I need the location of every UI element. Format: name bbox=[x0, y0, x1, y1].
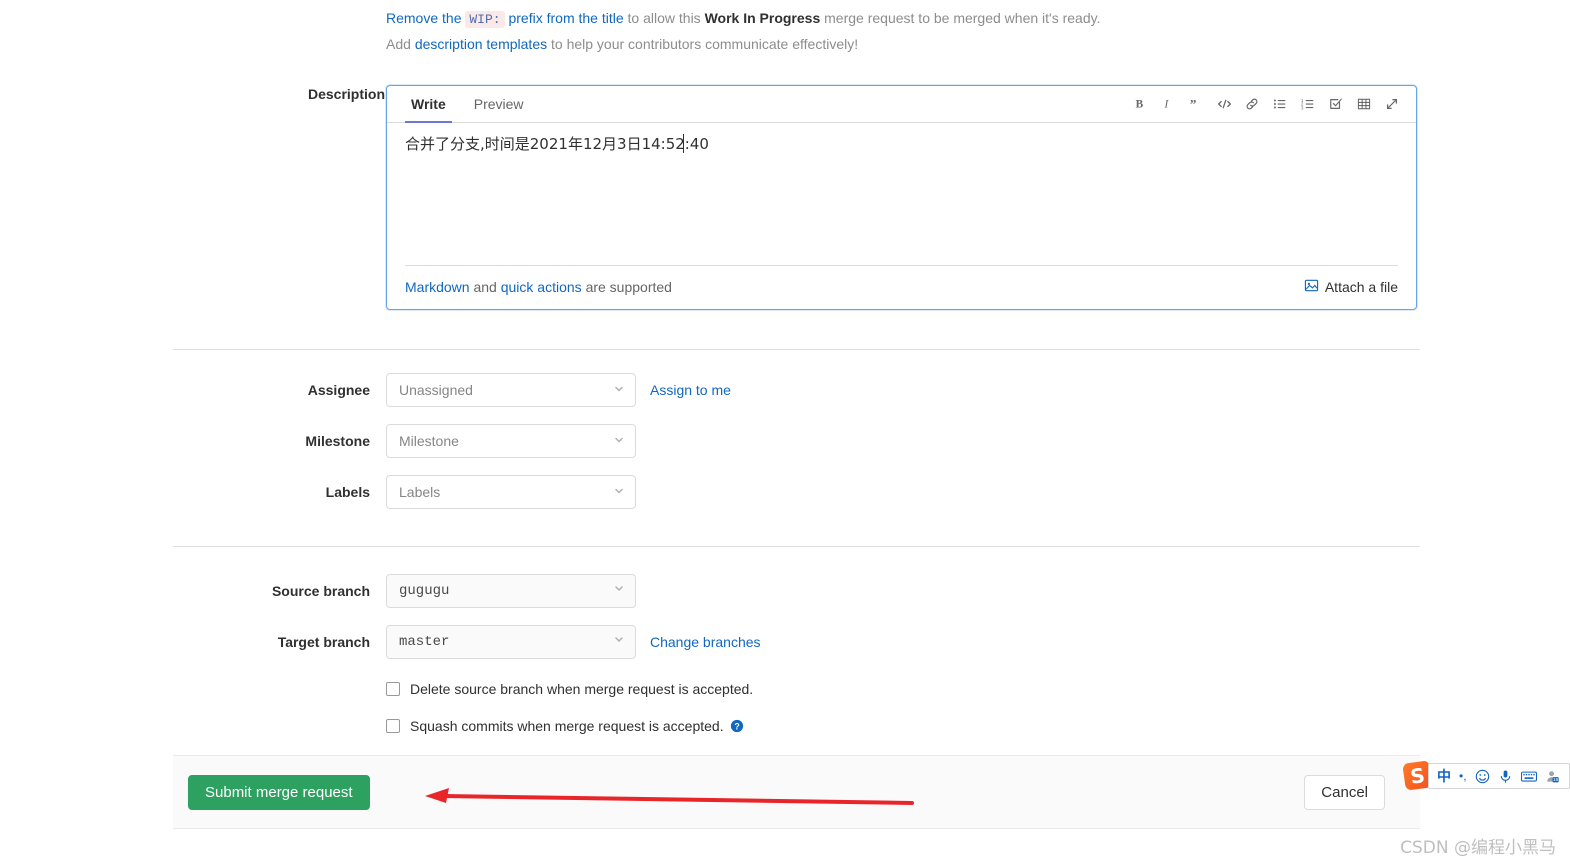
target-branch-value: master bbox=[399, 634, 450, 650]
ime-punctuation-icon[interactable]: •, bbox=[1459, 769, 1467, 783]
divider-top bbox=[173, 349, 1420, 350]
source-branch-select: gugugu bbox=[386, 574, 636, 608]
templates-notice-tail: to help your contributors communicate ef… bbox=[551, 36, 859, 52]
delete-source-branch-checkbox[interactable] bbox=[386, 682, 400, 696]
attach-file-button[interactable]: Attach a file bbox=[1304, 278, 1398, 296]
fullscreen-icon[interactable] bbox=[1378, 92, 1406, 116]
wip-notice: Remove the WIP: prefix from the title to… bbox=[386, 6, 1426, 32]
target-branch-select: master bbox=[386, 625, 636, 659]
target-branch-row: Target branch master Change branches bbox=[186, 625, 761, 659]
milestone-select[interactable]: Milestone bbox=[386, 424, 636, 458]
link-icon[interactable] bbox=[1238, 92, 1266, 116]
form-action-bar: Submit merge request Cancel bbox=[173, 755, 1420, 829]
bulleted-list-icon[interactable] bbox=[1266, 92, 1294, 116]
squash-commits-checkbox[interactable] bbox=[386, 719, 400, 733]
delete-source-branch-row: Delete source branch when merge request … bbox=[386, 681, 753, 697]
svg-text:”: ” bbox=[1190, 97, 1197, 111]
quote-icon[interactable]: ” bbox=[1182, 92, 1210, 116]
help-circle-icon[interactable]: ? bbox=[730, 719, 744, 733]
labels-value: Labels bbox=[399, 484, 441, 500]
svg-text:?: ? bbox=[734, 722, 739, 732]
labels-label: Labels bbox=[325, 484, 370, 500]
assignee-value: Unassigned bbox=[399, 382, 473, 398]
source-branch-row: Source branch gugugu bbox=[186, 574, 636, 608]
svg-text:I: I bbox=[1164, 99, 1170, 111]
sogou-ime-toolbar: 中 •, 16 bbox=[1428, 763, 1570, 789]
description-textarea-value[interactable]: 合并了分支,时间是2021年12月3日14:52:40 bbox=[405, 133, 709, 154]
ime-soft-keyboard-icon[interactable] bbox=[1520, 770, 1537, 783]
description-label: Description bbox=[307, 86, 385, 102]
chevron-down-icon bbox=[613, 583, 625, 600]
svg-text:3: 3 bbox=[1301, 105, 1304, 110]
ime-user-account-icon[interactable]: 16 bbox=[1545, 769, 1560, 784]
assignee-row: Assignee Unassigned Assign to me bbox=[186, 373, 731, 407]
target-branch-label: Target branch bbox=[277, 634, 370, 650]
remove-wip-link[interactable]: Remove the bbox=[386, 10, 461, 26]
ime-emoji-icon[interactable] bbox=[1475, 769, 1490, 784]
delete-source-branch-label[interactable]: Delete source branch when merge request … bbox=[410, 681, 753, 697]
footer-and-text: and bbox=[473, 279, 497, 295]
milestone-label: Milestone bbox=[305, 433, 370, 449]
editor-footer: Markdown and quick actions are supported… bbox=[387, 265, 1416, 309]
prefix-from-title-link[interactable]: prefix from the title bbox=[508, 10, 623, 26]
quick-actions-link[interactable]: quick actions bbox=[501, 279, 582, 295]
ime-chinese-mode-icon[interactable]: 中 bbox=[1437, 766, 1451, 786]
tab-preview[interactable]: Preview bbox=[468, 96, 530, 123]
code-icon[interactable] bbox=[1210, 92, 1238, 116]
footer-supported-text: are supported bbox=[585, 279, 672, 295]
work-in-progress-text: Work In Progress bbox=[704, 10, 821, 26]
table-icon[interactable] bbox=[1350, 92, 1378, 116]
tab-write[interactable]: Write bbox=[405, 96, 452, 123]
merge-request-form-page: Remove the WIP: prefix from the title to… bbox=[0, 0, 1570, 866]
bold-icon[interactable]: B bbox=[1126, 92, 1154, 116]
svg-text:B: B bbox=[1136, 99, 1144, 111]
milestone-value: Milestone bbox=[399, 433, 459, 449]
source-branch-value: gugugu bbox=[399, 583, 450, 599]
labels-row: Labels Labels bbox=[186, 475, 636, 509]
italic-icon[interactable]: I bbox=[1154, 92, 1182, 116]
attach-file-label: Attach a file bbox=[1324, 279, 1398, 295]
chevron-down-icon bbox=[613, 433, 625, 449]
wip-code-badge: WIP: bbox=[465, 11, 505, 28]
chevron-down-icon bbox=[613, 484, 625, 500]
wip-notice-mid: to allow this bbox=[627, 10, 701, 26]
chevron-down-icon bbox=[613, 634, 625, 651]
csdn-watermark: CSDN @编程小黑马 bbox=[1400, 838, 1556, 858]
numbered-list-icon[interactable]: 123 bbox=[1294, 92, 1322, 116]
submit-merge-request-button[interactable]: Submit merge request bbox=[188, 775, 370, 810]
text-caret bbox=[683, 134, 684, 153]
templates-notice: Add description templates to help your c… bbox=[386, 32, 1426, 56]
svg-text:16: 16 bbox=[1553, 777, 1559, 782]
editor-toolbar: B I ” 123 bbox=[1126, 92, 1406, 116]
task-list-icon[interactable] bbox=[1322, 92, 1350, 116]
change-branches-link[interactable]: Change branches bbox=[650, 625, 761, 659]
markdown-hint: Markdown and quick actions are supported bbox=[405, 279, 672, 295]
assignee-select[interactable]: Unassigned bbox=[386, 373, 636, 407]
editor-tabs: Write Preview bbox=[405, 95, 546, 123]
notices: Remove the WIP: prefix from the title to… bbox=[386, 6, 1426, 56]
squash-commits-row: Squash commits when merge request is acc… bbox=[386, 718, 744, 734]
description-editor: Write Preview B I ” 1 2 3 合并了分支,时间是2021年… bbox=[386, 85, 1417, 310]
markdown-link[interactable]: Markdown bbox=[405, 279, 470, 295]
assign-to-me-link[interactable]: Assign to me bbox=[650, 373, 731, 407]
chevron-down-icon bbox=[613, 382, 625, 398]
milestone-row: Milestone Milestone bbox=[186, 424, 636, 458]
attach-file-icon bbox=[1304, 278, 1319, 296]
squash-commits-label[interactable]: Squash commits when merge request is acc… bbox=[410, 718, 724, 734]
cancel-button[interactable]: Cancel bbox=[1304, 775, 1385, 810]
assignee-label: Assignee bbox=[307, 382, 370, 398]
description-templates-link[interactable]: description templates bbox=[415, 36, 547, 52]
templates-notice-lead: Add bbox=[386, 36, 411, 52]
source-branch-label: Source branch bbox=[271, 583, 370, 599]
wip-notice-tail: merge request to be merged when it's rea… bbox=[824, 10, 1101, 26]
ime-voice-input-icon[interactable] bbox=[1498, 769, 1513, 784]
labels-select[interactable]: Labels bbox=[386, 475, 636, 509]
divider-branches bbox=[173, 546, 1420, 547]
editor-header: Write Preview B I ” 1 2 3 bbox=[387, 86, 1416, 123]
